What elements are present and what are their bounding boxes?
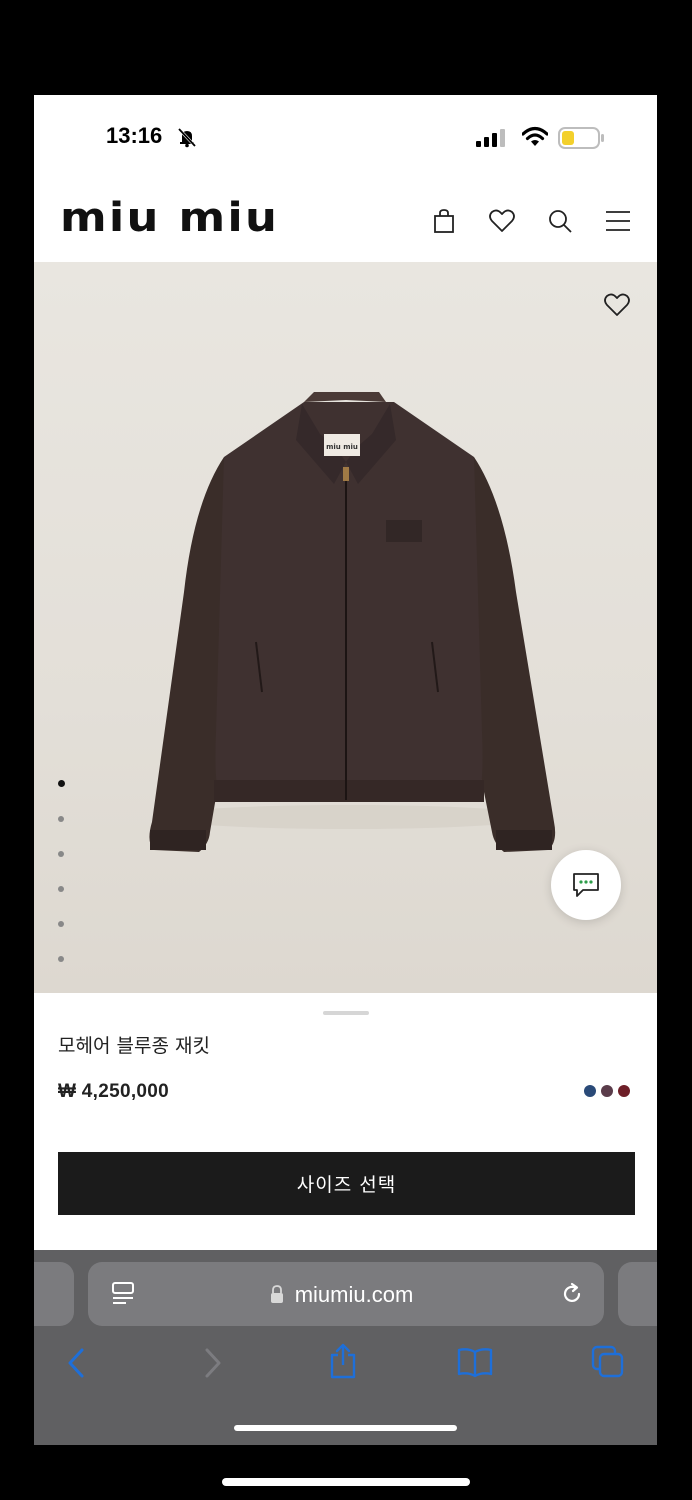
address-bar[interactable]: miumiu.com (88, 1262, 604, 1326)
device-home-indicator[interactable] (222, 1478, 470, 1486)
bookmarks-icon[interactable] (456, 1346, 494, 1378)
share-icon[interactable] (327, 1342, 359, 1380)
home-indicator[interactable] (234, 1425, 457, 1431)
color-swatches (584, 1085, 630, 1097)
battery-icon (558, 127, 604, 149)
tabs-overview-icon[interactable] (590, 1344, 626, 1380)
status-time: 13:16 (106, 123, 163, 148)
search-icon[interactable] (545, 206, 575, 236)
cellular-signal-icon (476, 129, 505, 147)
color-swatch[interactable] (584, 1085, 596, 1097)
pagination-dot[interactable] (58, 956, 64, 962)
chat-button[interactable] (551, 850, 621, 920)
previous-tab-preview[interactable] (34, 1262, 74, 1326)
next-tab-preview[interactable] (618, 1262, 657, 1326)
product-image-gallery[interactable]: miu miu (34, 262, 657, 993)
back-chevron-icon[interactable] (64, 1346, 90, 1380)
url-text: miumiu.com (294, 1282, 414, 1307)
gallery-pagination (56, 780, 66, 991)
wifi-icon (522, 126, 548, 146)
site-header: miu miu (34, 180, 657, 262)
status-bar: 13:16 (34, 95, 657, 180)
menu-hamburger-icon[interactable] (603, 206, 633, 236)
svg-text:miu miu: miu miu (326, 443, 358, 451)
shopping-bag-icon[interactable] (429, 206, 459, 236)
product-name: 모헤어 블루종 재킷 (58, 1035, 210, 1057)
pagination-dot[interactable] (58, 886, 64, 892)
favorite-heart-icon[interactable] (602, 290, 632, 320)
silent-bell-icon (177, 127, 197, 148)
sheet-drag-handle[interactable] (323, 1011, 369, 1015)
reload-icon[interactable] (558, 1280, 586, 1308)
pagination-dot[interactable] (58, 921, 64, 927)
pagination-dot[interactable] (58, 851, 64, 857)
color-swatch[interactable] (618, 1085, 630, 1097)
forward-chevron-icon[interactable] (199, 1346, 225, 1380)
pagination-dot[interactable] (58, 816, 64, 822)
pagination-dot[interactable] (57, 780, 65, 787)
product-info-panel: 모헤어 블루종 재킷 ₩ 4,250,000 사이즈 선택 (34, 993, 657, 1250)
wishlist-heart-icon[interactable] (487, 206, 517, 236)
product-price: ₩ 4,250,000 (58, 1081, 170, 1102)
chat-bubble-icon (573, 873, 599, 897)
color-swatch[interactable] (601, 1085, 613, 1097)
select-size-button[interactable]: 사이즈 선택 (58, 1152, 635, 1215)
browser-toolbar: miumiu.com (34, 1250, 657, 1445)
brand-logo[interactable]: miu miu (60, 198, 279, 238)
phone-screen: 13:16 miu miu miu miu 모헤어 블루종 재킷 ₩ 4,250… (34, 95, 657, 1445)
